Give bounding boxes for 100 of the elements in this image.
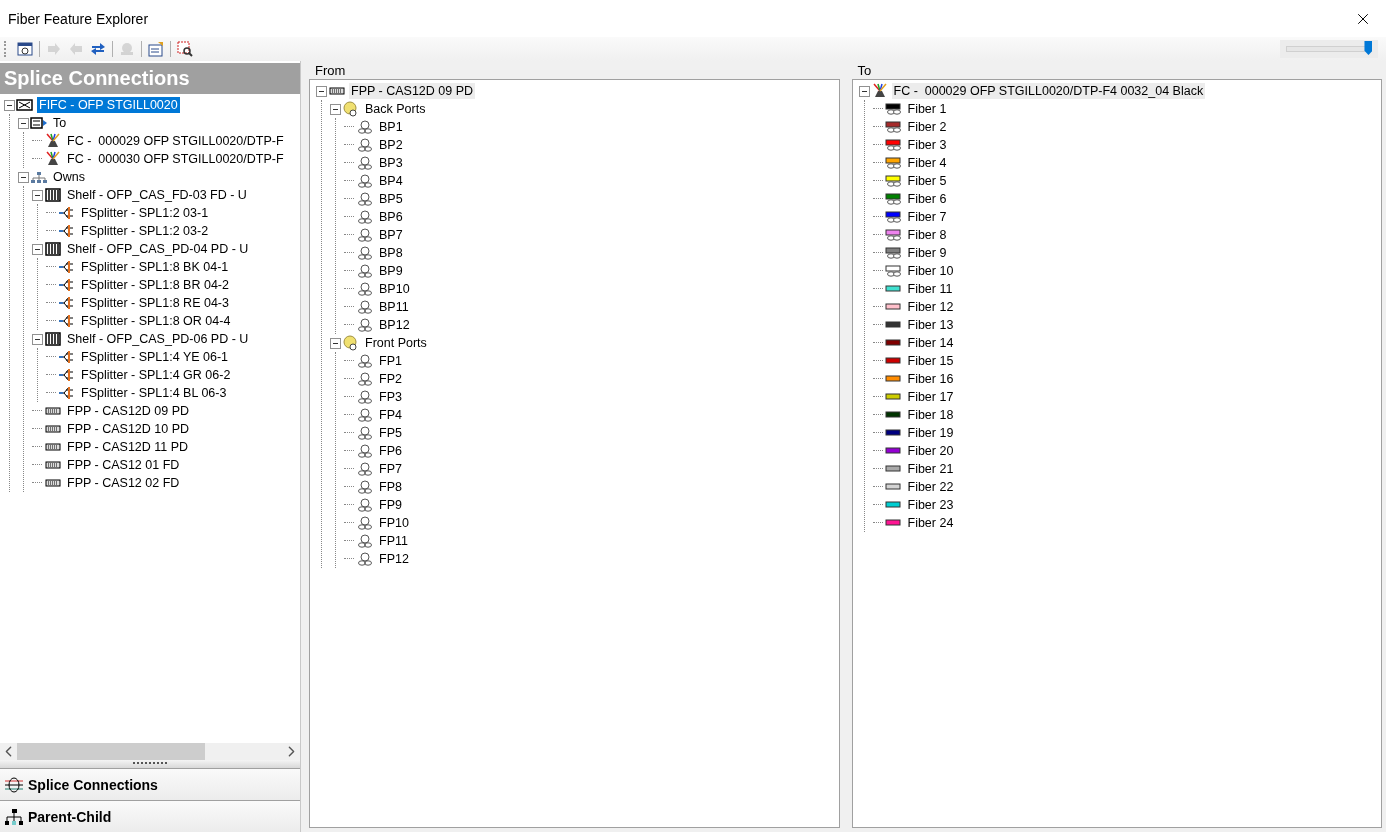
tree-item[interactable]: FSplitter - SPL1:8 RE 04-3 [79, 295, 231, 311]
collapse-button[interactable] [18, 117, 29, 129]
tree-item[interactable]: FC - 000029 OFP STGILL0020/DTP-F [65, 133, 286, 149]
tree-item[interactable]: FC - 000030 OFP STGILL0020/DTP-F [65, 151, 286, 167]
tree-item[interactable]: Fiber 21 [905, 461, 956, 477]
tree-item[interactable]: FPP - CAS12D 11 PD [65, 439, 191, 455]
collapse-button[interactable] [858, 85, 870, 97]
tree-item[interactable]: BP2 [377, 137, 405, 153]
collapse-button[interactable] [18, 171, 29, 183]
tree-item[interactable]: Fiber 4 [905, 155, 949, 171]
tree-item[interactable]: FP4 [377, 407, 404, 423]
tree-item[interactable]: FSplitter - SPL1:2 03-2 [79, 223, 211, 239]
tree-item[interactable]: Fiber 15 [905, 353, 956, 369]
tree-item[interactable]: FPP - CAS12 02 FD [65, 475, 182, 491]
tree-item[interactable]: Fiber 19 [905, 425, 956, 441]
tree-item[interactable]: BP4 [377, 173, 405, 189]
tree-item[interactable]: FSplitter - SPL1:4 YE 06-1 [79, 349, 231, 365]
horizontal-scrollbar[interactable] [0, 743, 300, 760]
closure-icon [16, 97, 34, 113]
tree-item[interactable]: FSplitter - SPL1:4 BL 06-3 [79, 385, 229, 401]
tree-item[interactable]: Fiber 22 [905, 479, 956, 495]
cable-icon [44, 133, 62, 149]
tree-item[interactable]: FSplitter - SPL1:2 03-1 [79, 205, 211, 221]
tree-item[interactable]: Fiber 10 [905, 263, 956, 279]
tree-item[interactable]: Fiber 20 [905, 443, 956, 459]
slider-thumb[interactable] [1364, 41, 1373, 55]
tree-item[interactable]: Shelf - OFP_CAS_PD-04 PD - U [65, 241, 251, 257]
tree-item[interactable]: FP10 [377, 515, 411, 531]
tree-item[interactable]: FPP - CAS12 01 FD [65, 457, 182, 473]
tree-item[interactable]: To [51, 115, 69, 131]
tree-item[interactable]: FP9 [377, 497, 404, 513]
tree-item[interactable]: Fiber 23 [905, 497, 956, 513]
zoom-slider[interactable] [1280, 40, 1378, 58]
tree-item[interactable]: FP6 [377, 443, 404, 459]
collapse-button[interactable] [330, 337, 341, 349]
tree-item[interactable]: BP11 [377, 299, 411, 315]
tree-item[interactable]: FPP - CAS12D 09 PD [349, 83, 476, 99]
tree-item[interactable]: FP5 [377, 425, 404, 441]
tree-item[interactable]: Fiber 14 [905, 335, 956, 351]
tree-item[interactable]: BP12 [377, 317, 412, 333]
tree-item[interactable]: Fiber 9 [905, 245, 949, 261]
tree-item[interactable]: FPP - CAS12D 10 PD [65, 421, 192, 437]
tree-item[interactable]: FP3 [377, 389, 404, 405]
tree-item[interactable]: FP2 [377, 371, 404, 387]
tree-item[interactable]: BP6 [377, 209, 405, 225]
tree-item[interactable]: Fiber 6 [905, 191, 949, 207]
tree-item[interactable]: FP8 [377, 479, 404, 495]
tree-item[interactable]: Fiber 11 [905, 281, 955, 297]
tree-item[interactable]: FIFC - OFP STGILL0020 [37, 97, 180, 113]
tree-item[interactable]: Shelf - OFP_CAS_FD-03 FD - U [65, 187, 249, 203]
tree-item[interactable]: BP1 [377, 119, 405, 135]
tree-item[interactable]: FSplitter - SPL1:8 BK 04-1 [79, 259, 231, 275]
tree-item[interactable]: BP3 [377, 155, 405, 171]
tree-item[interactable]: FC - 000029 OFP STGILL0020/DTP-F4 0032_04 Black [891, 83, 1206, 99]
port-icon [356, 173, 374, 189]
tree-item[interactable]: Fiber 2 [905, 119, 949, 135]
navigation-button[interactable]: Splice Connections [0, 768, 300, 800]
collapse-button[interactable] [330, 103, 341, 115]
tree-item[interactable]: FP7 [377, 461, 404, 477]
tree-item[interactable]: Owns [51, 169, 87, 185]
tree-item[interactable]: Fiber 8 [905, 227, 949, 243]
tree-item[interactable]: Shelf - OFP_CAS_PD-06 PD - U [65, 331, 251, 347]
tree-item[interactable]: FP12 [377, 551, 411, 567]
tree-item[interactable]: BP5 [377, 191, 405, 207]
fiber-icon [884, 173, 903, 189]
tree-item[interactable]: FPP - CAS12D 09 PD [65, 403, 192, 419]
navigation-button[interactable]: Parent-Child [0, 800, 300, 832]
tree-item[interactable]: BP9 [377, 263, 405, 279]
tree-item[interactable]: FSplitter - SPL1:8 OR 04-4 [79, 313, 233, 329]
tree-item[interactable]: Fiber 3 [905, 137, 949, 153]
tree-item[interactable]: FP1 [377, 353, 404, 369]
tree-item[interactable]: Back Ports [363, 101, 428, 117]
tree-item[interactable]: FP11 [377, 533, 410, 549]
collapse-button[interactable] [32, 333, 43, 345]
tree-item[interactable]: Fiber 18 [905, 407, 956, 423]
splitter-grip[interactable] [0, 760, 300, 768]
tree-item[interactable]: BP7 [377, 227, 405, 243]
cable-icon [870, 83, 889, 99]
collapse-button[interactable] [32, 189, 43, 201]
tree-item[interactable]: Fiber 7 [905, 209, 949, 225]
group-title: From [314, 63, 347, 79]
collapse-button[interactable] [32, 243, 43, 255]
collapse-button[interactable] [316, 85, 327, 97]
tree-item[interactable]: BP8 [377, 245, 405, 261]
tree-item[interactable]: FSplitter - SPL1:4 GR 06-2 [79, 367, 233, 383]
scrollbar-thumb[interactable] [17, 743, 205, 760]
tree-item[interactable]: BP10 [377, 281, 412, 297]
tree-item[interactable]: Fiber 17 [905, 389, 956, 405]
tree-item[interactable]: Fiber 5 [905, 173, 949, 189]
tree-item[interactable]: Fiber 1 [905, 101, 949, 117]
tree-item[interactable]: Fiber 13 [905, 317, 956, 333]
tree-item[interactable]: FSplitter - SPL1:8 BR 04-2 [79, 277, 231, 293]
collapse-button[interactable] [4, 99, 15, 111]
tree-item[interactable]: Fiber 12 [905, 299, 956, 315]
splitter-icon [58, 205, 76, 221]
tree-item[interactable]: Fiber 24 [905, 515, 956, 531]
splitter-icon [58, 277, 76, 293]
port-icon [356, 371, 374, 387]
tree-item[interactable]: Front Ports [363, 335, 429, 351]
tree-item[interactable]: Fiber 16 [905, 371, 956, 387]
